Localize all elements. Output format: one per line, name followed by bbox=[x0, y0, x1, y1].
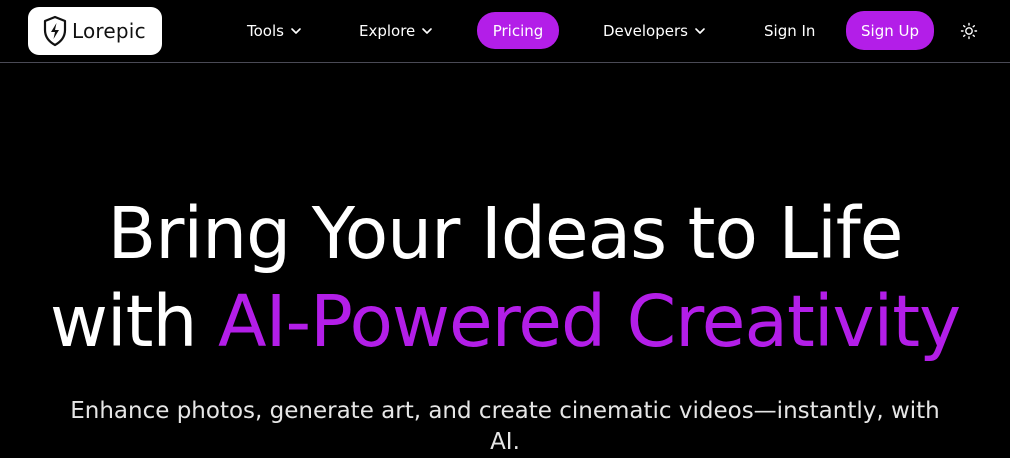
nav-developers-dropdown[interactable]: Developers bbox=[603, 12, 706, 49]
nav-pricing-label: Pricing bbox=[492, 21, 544, 40]
nav-tools-dropdown[interactable]: Tools bbox=[247, 12, 302, 49]
chevron-down-icon bbox=[421, 25, 433, 37]
sun-icon[interactable] bbox=[960, 22, 978, 40]
nav-explore-label: Explore bbox=[359, 21, 416, 40]
nav-tools-label: Tools bbox=[247, 21, 284, 40]
logo-text: Lorepic bbox=[72, 19, 146, 43]
sign-up-button[interactable]: Sign Up bbox=[846, 11, 934, 50]
sign-in-link[interactable]: Sign In bbox=[764, 12, 815, 49]
chevron-down-icon bbox=[694, 25, 706, 37]
nav-pricing-button[interactable]: Pricing bbox=[477, 12, 559, 49]
hero-title-line2-prefix: with bbox=[49, 280, 219, 363]
hero-title-line1: Bring Your Ideas to Life bbox=[107, 192, 904, 275]
nav-developers-label: Developers bbox=[603, 21, 688, 40]
sign-up-label: Sign Up bbox=[861, 21, 919, 40]
sign-in-label: Sign In bbox=[764, 21, 816, 40]
hero-title-accent: AI-Powered Creativity bbox=[218, 280, 961, 363]
top-navbar: Lorepic Tools Explore Pricing Developers… bbox=[0, 0, 1010, 63]
logo[interactable]: Lorepic bbox=[28, 7, 162, 55]
hero-title: Bring Your Ideas to Life with AI-Powered… bbox=[0, 190, 1010, 366]
chevron-down-icon bbox=[290, 25, 302, 37]
hero-subtitle: Enhance photos, generate art, and create… bbox=[70, 398, 940, 455]
nav-explore-dropdown[interactable]: Explore bbox=[359, 12, 433, 49]
shield-bolt-icon bbox=[42, 15, 68, 47]
